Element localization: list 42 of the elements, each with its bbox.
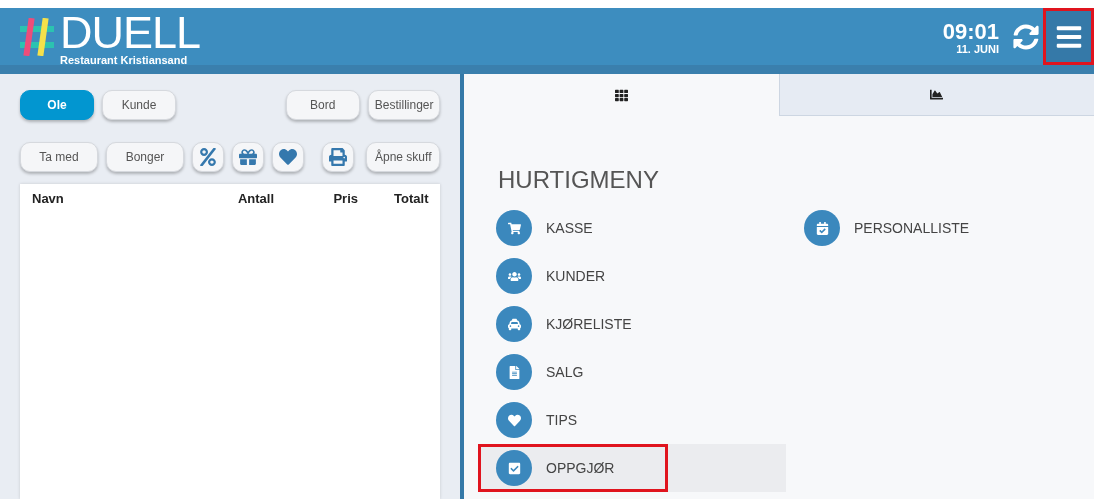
document-icon <box>496 354 532 390</box>
people-icon <box>496 258 532 294</box>
hash-logo-icon <box>20 18 54 56</box>
calendar-check-icon <box>804 210 840 246</box>
print-button[interactable] <box>322 142 354 172</box>
toolbar-button[interactable]: Bord <box>285 90 360 120</box>
grid-icon <box>614 88 628 102</box>
printer-icon <box>329 148 347 166</box>
refresh-icon[interactable] <box>1013 23 1039 50</box>
car-icon <box>496 306 532 342</box>
discount-button[interactable] <box>192 142 224 172</box>
menu-item-label: KJØRELISTE <box>546 314 632 334</box>
cart-icon <box>496 210 532 246</box>
clock-date: 11. JUNI <box>956 42 999 55</box>
clock-time: 09:01 <box>942 20 999 43</box>
menu-item-label: TIPS <box>546 410 578 430</box>
heart-icon <box>279 148 297 166</box>
column-header: Antall <box>236 190 274 209</box>
toolbar-button[interactable]: Kunde <box>102 90 176 120</box>
section-title: HURTIGMENY <box>497 165 660 195</box>
menu-item-label: KUNDER <box>546 266 606 286</box>
column-header: Navn <box>32 190 65 209</box>
menu-item[interactable]: OPPGJØR <box>478 444 786 492</box>
favorite-button[interactable] <box>272 142 304 172</box>
restaurant-name: Restaurant Kristiansand <box>60 54 189 66</box>
toolbar-button[interactable]: Åpne skuff <box>366 142 441 172</box>
area-chart-icon <box>930 88 944 101</box>
column-header: Totalt <box>393 190 429 209</box>
logo-wordmark: DUELL <box>60 12 201 54</box>
column-header: Pris <box>332 190 358 209</box>
menu-item-label: KASSE <box>546 218 593 238</box>
percent-icon <box>199 148 217 166</box>
checkbox-icon <box>496 450 532 486</box>
menu-item-label: OPPGJØR <box>546 458 615 478</box>
menu-button[interactable] <box>1043 8 1094 65</box>
menu-item-label: PERSONALLISTE <box>854 218 970 238</box>
gift-icon <box>239 148 257 166</box>
toolbar-button[interactable]: Bestillinger <box>367 90 441 120</box>
toolbar-button[interactable]: Bonger <box>106 142 184 172</box>
menu-item-label: SALG <box>546 362 584 382</box>
toolbar-button[interactable]: Ta med <box>20 142 98 172</box>
gift-button[interactable] <box>232 142 264 172</box>
